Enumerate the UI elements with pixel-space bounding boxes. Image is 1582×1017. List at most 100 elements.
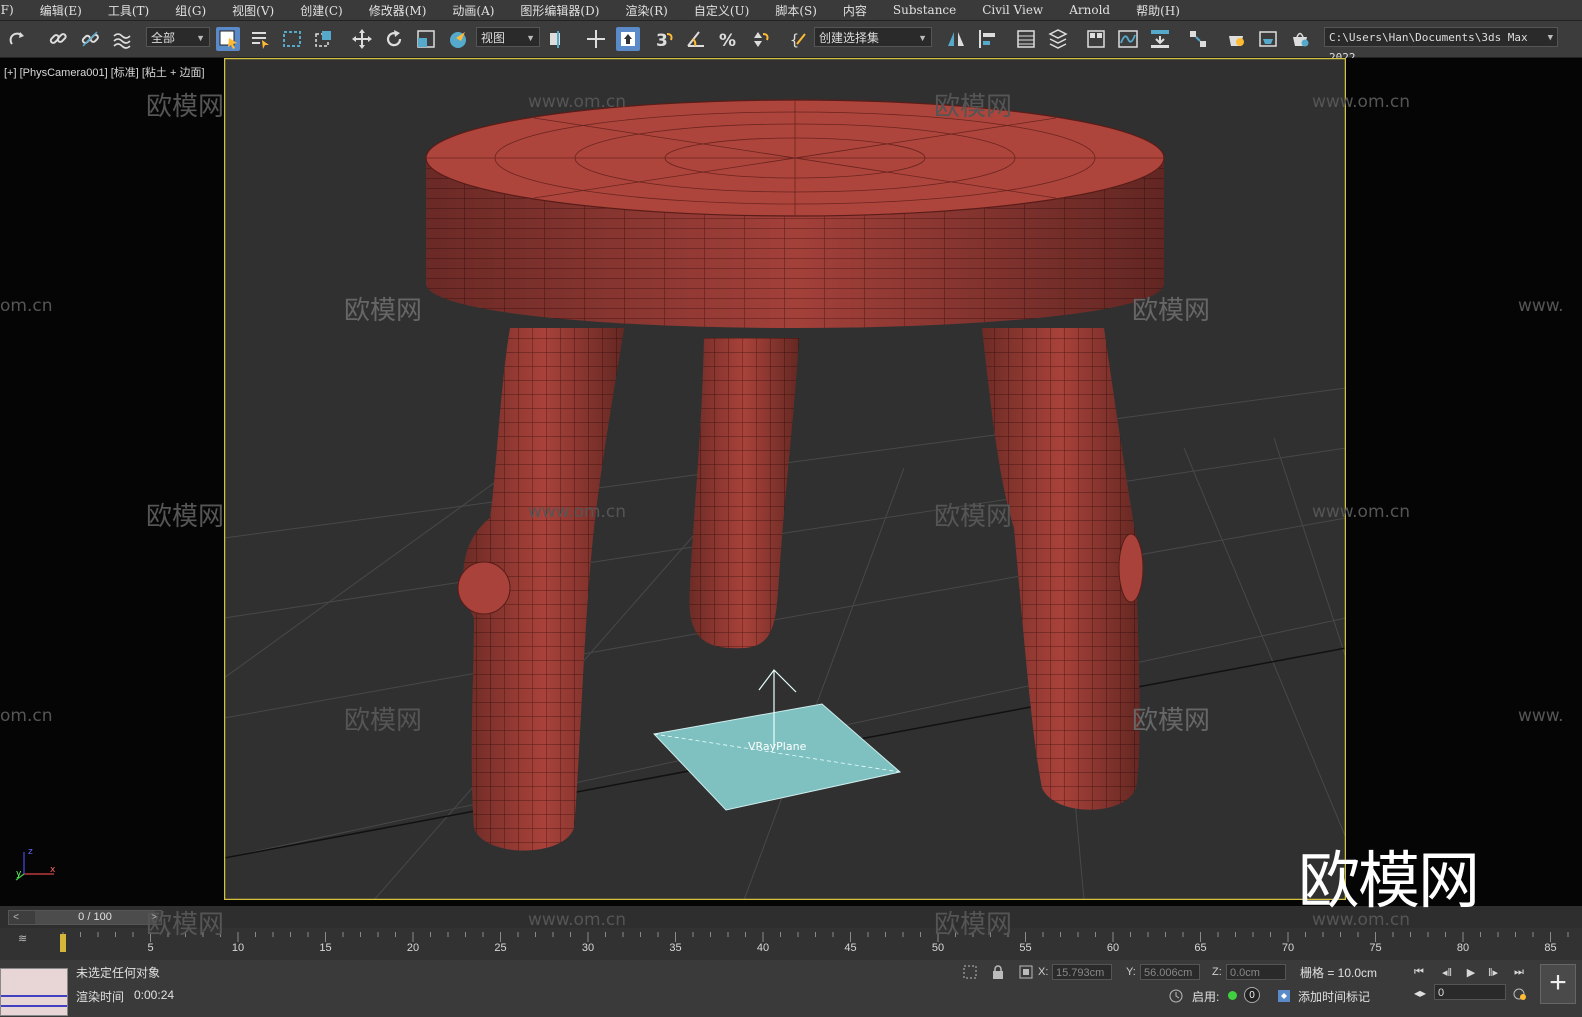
project-folder-dropdown[interactable]: C:\Users\Han\Documents\3ds Max 2022▼ [1324,27,1558,64]
menu-scripting[interactable]: 脚本(S) [762,2,830,19]
select-object-icon[interactable] [216,27,240,51]
link-icon[interactable] [46,27,70,51]
isolate-selection-icon[interactable] [962,964,978,980]
angle-snap-icon[interactable] [684,27,708,51]
camera-view-scene[interactable]: VRayPlane [224,58,1346,900]
snap-toggle-icon[interactable]: 3 [652,27,676,51]
menu-tools[interactable]: 工具(T) [95,2,162,19]
layer-explorer-icon[interactable] [1046,27,1070,51]
spinner-snap-icon[interactable] [748,27,772,51]
chevron-down-icon: ▼ [918,33,927,43]
reference-coord-dropdown[interactable]: 视图 ▼ [476,27,540,47]
bind-space-warp-icon[interactable] [110,27,134,51]
chevron-down-icon: ▼ [1547,33,1553,43]
frame-tick-label: 45 [844,942,857,954]
placement-icon[interactable] [446,27,470,51]
go-to-end-icon[interactable]: ⏭ [1510,966,1528,982]
adaptive-degradation-icon[interactable] [1168,988,1184,1004]
redo-icon[interactable] [6,27,30,51]
menu-file[interactable]: (F) [0,3,27,17]
rotate-icon[interactable] [382,27,406,51]
align-icon[interactable] [976,27,1000,51]
menu-create[interactable]: 创建(C) [287,2,356,19]
menu-bar: (F) 编辑(E) 工具(T) 组(G) 视图(V) 创建(C) 修改器(M) … [0,0,1582,21]
chevron-right-icon[interactable]: > [147,911,161,924]
render-time-value: 0:00:24 [134,988,175,1002]
watermark-logo: 欧模网 [1298,844,1480,917]
time-slider[interactable]: < 0 / 100 > [8,910,162,925]
select-manipulate-icon[interactable] [584,27,608,51]
unlink-icon[interactable] [78,27,102,51]
toggle-ribbon-icon[interactable] [1084,27,1108,51]
edit-named-selection-icon[interactable]: { [786,27,810,51]
keyboard-shortcut-override-icon[interactable] [616,27,640,51]
vray-plane-label: VRayPlane [748,740,807,753]
selection-status: 未选定任何对象 [76,966,161,980]
menu-animation[interactable]: 动画(A) [439,2,507,19]
frame-tick-label: 55 [1019,942,1032,954]
menu-substance[interactable]: Substance [880,3,969,17]
time-config-icon[interactable] [1512,986,1528,1002]
main-toolbar: 全部 ▼ 视图 ▼ 3 % { 创建选择集 ▼ C:\Users\Han\Docume… [0,21,1582,64]
go-to-start-icon[interactable]: ⏮ [1410,966,1428,982]
time-tag-icon[interactable] [1276,988,1292,1004]
x-coord-field[interactable]: 15.793cm [1052,964,1112,980]
y-coord-field[interactable]: 56.006cm [1140,964,1200,980]
frame-tick-label: 25 [494,942,507,954]
selection-filter-value: 全部 [151,31,176,45]
frame-tick-label: 65 [1194,942,1207,954]
lock-icon[interactable] [990,964,1006,980]
menu-civil-view[interactable]: Civil View [969,3,1056,17]
z-coord-label: Z: [1212,966,1222,978]
menu-group[interactable]: 组(G) [162,2,219,19]
rectangular-selection-icon[interactable] [280,27,304,51]
frame-number-field[interactable]: 0 [1434,984,1506,1000]
menu-edit[interactable]: 编辑(E) [27,2,95,19]
menu-customize[interactable]: 自定义(U) [681,2,762,19]
render-setup-icon[interactable] [1224,27,1248,51]
scene-explorer-icon[interactable] [1014,27,1038,51]
menu-rendering[interactable]: 渲染(R) [612,2,680,19]
rendered-frame-window-icon[interactable] [1256,27,1280,51]
track-bar[interactable]: ≋ 5 10 15 20 25 30 35 40 45 50 55 60 65 70 75 80 85 [0,928,1582,960]
frame-tick-label: 75 [1369,942,1382,954]
select-by-name-icon[interactable] [248,27,272,51]
z-coord-field[interactable]: 0.0cm [1226,964,1286,980]
render-production-icon[interactable] [1288,27,1312,51]
scale-icon[interactable] [414,27,438,51]
svg-text:{: { [790,31,799,49]
menu-graph-editors[interactable]: 图形编辑器(D) [507,2,612,19]
mirror-icon[interactable] [944,27,968,51]
pivot-center-icon[interactable] [546,27,570,51]
add-time-tag[interactable]: 添加时间标记 [1298,988,1370,1005]
enable-count-badge[interactable]: 0 [1244,987,1260,1003]
add-icon[interactable]: + [1540,964,1576,1004]
play-icon[interactable]: ▶ [1462,966,1480,982]
current-frame-marker[interactable] [60,934,66,952]
chevron-left-right-icon[interactable]: ◂▸ [1414,986,1426,1000]
selection-filter-dropdown[interactable]: 全部 ▼ [146,27,210,47]
absolute-mode-icon[interactable] [1018,964,1034,980]
curve-editor-mini-icon[interactable]: ≋ [18,932,40,950]
maxscript-listener-mini[interactable] [0,968,68,1016]
menu-views[interactable]: 视图(V) [219,2,287,19]
move-icon[interactable] [350,27,374,51]
viewport-label[interactable]: [+] [PhysCamera001] [标准] [粘土 + 边面] [4,64,205,80]
previous-frame-icon[interactable]: ◂‖ [1438,966,1456,982]
window-crossing-icon[interactable] [312,27,336,51]
chevron-left-icon[interactable]: < [9,911,23,924]
curve-editor-icon[interactable] [1116,27,1140,51]
menu-content[interactable]: 内容 [830,2,880,19]
menu-help[interactable]: 帮助(H) [1123,2,1193,19]
menu-modifiers[interactable]: 修改器(M) [356,2,440,19]
material-editor-icon[interactable] [1186,27,1210,51]
time-slider-thumb[interactable]: 0 / 100 [35,911,155,924]
frame-tick-label: 30 [581,942,595,954]
svg-text:3: 3 [656,31,668,50]
render-time-label: 渲染时间 [76,990,125,1004]
schematic-view-icon[interactable] [1148,27,1172,51]
named-selection-dropdown[interactable]: 创建选择集 ▼ [814,27,932,47]
percent-snap-icon[interactable]: % [716,27,740,51]
menu-arnold[interactable]: Arnold [1056,3,1123,17]
next-frame-icon[interactable]: ‖▸ [1484,966,1502,982]
